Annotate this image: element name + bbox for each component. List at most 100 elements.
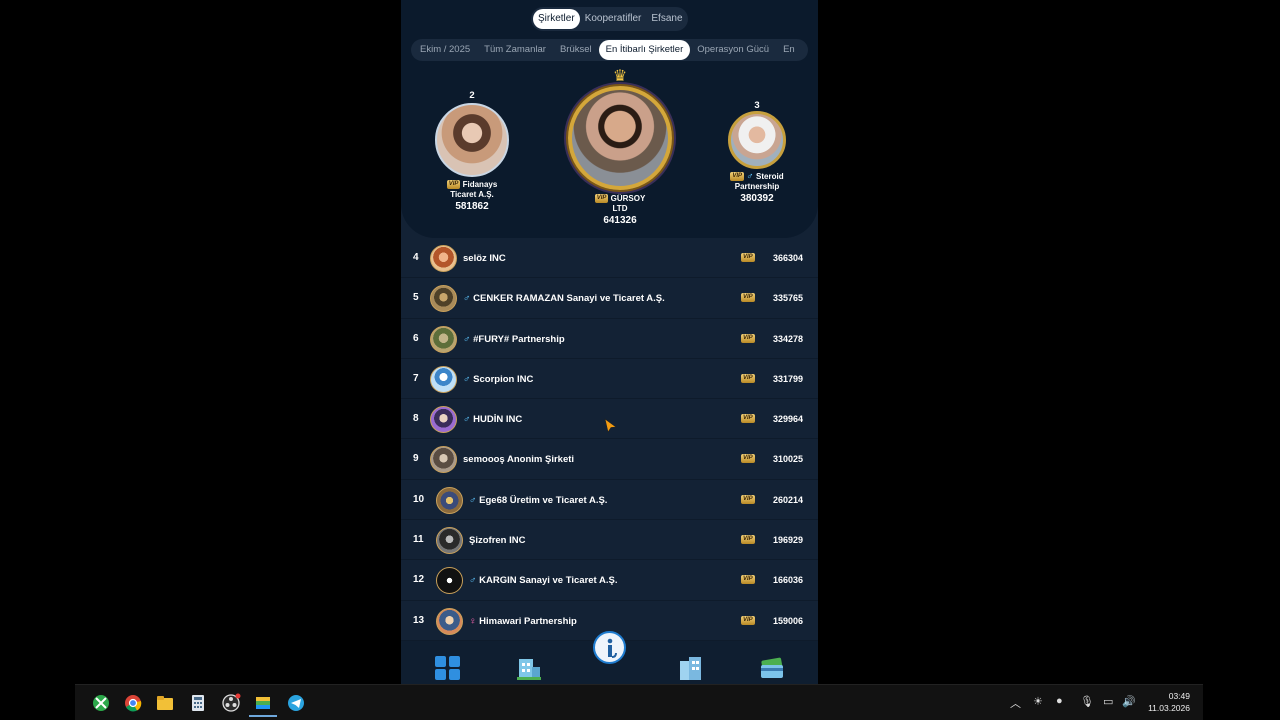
main-tabs: Şirketler Kooperatifler Efsane xyxy=(531,7,688,31)
score: 159006 xyxy=(772,615,803,626)
tab-cooperatives[interactable]: Kooperatifler xyxy=(580,9,647,29)
company-name: GÜRSOY xyxy=(610,194,646,203)
company-name-text: Scorpion INC xyxy=(473,373,534,385)
male-icon: ♂ xyxy=(463,373,471,385)
company-name-text: selöz INC xyxy=(463,253,506,264)
calculator-icon[interactable] xyxy=(188,693,208,713)
vip-badge: VIP xyxy=(594,194,609,204)
company-name: Steroid xyxy=(756,172,784,181)
table-row[interactable]: 9 semoooş Anonim Şirketi VIP 310025 xyxy=(401,439,818,480)
company-name-text: #FURY# Partnership xyxy=(473,333,565,345)
dashboard-icon[interactable] xyxy=(434,655,462,684)
company-name-line2: LTD xyxy=(612,204,628,213)
table-row[interactable]: 11 Şizofren INC VIP 196929 xyxy=(401,520,818,561)
vip-badge: VIP xyxy=(741,414,755,424)
company-name-text: semoooş Anonim Şirketi xyxy=(463,454,575,466)
clock-date: 11.03.2026 xyxy=(1148,703,1190,713)
rank-number: 9 xyxy=(413,453,419,465)
score: 329964 xyxy=(772,414,803,425)
table-row[interactable]: 10 ♂ Ege68 Üretim ve Ticaret A.Ş. VIP 26021… xyxy=(401,480,818,521)
rank-number: 12 xyxy=(413,574,425,586)
avatar xyxy=(568,86,672,190)
podium-first[interactable]: ♛ VIP GÜRSOY LTD 641326 xyxy=(561,68,679,226)
vip-badge: VIP xyxy=(741,373,755,383)
score: 366304 xyxy=(772,253,803,263)
male-icon: ♂ xyxy=(463,414,471,426)
rank-number: 11 xyxy=(413,534,424,546)
male-icon: ♂ xyxy=(469,494,477,506)
table-row[interactable]: 7 ♂ Scorpion INC VIP 331799 xyxy=(401,359,818,400)
avatar xyxy=(436,486,463,514)
podium-third[interactable]: 3 VIP ♂ Steroid Partnership 380392 xyxy=(714,100,800,204)
rank-number: 13 xyxy=(413,614,425,626)
vip-badge: VIP xyxy=(741,575,755,585)
table-row[interactable]: 4 selöz INC VIP 366304 xyxy=(401,238,818,279)
company-name: ♂ Scorpion INC xyxy=(463,374,533,385)
vip-badge: VIP xyxy=(741,293,755,303)
tab-companies[interactable]: Şirketler xyxy=(533,9,580,29)
avatar xyxy=(728,111,786,169)
telegram-icon[interactable] xyxy=(286,693,306,713)
female-icon: ♀ xyxy=(469,615,477,627)
company-name-text: Ege68 Üretim ve Ticaret A.Ş. xyxy=(479,494,608,506)
company-name-text: CENKER RAMAZAN Sanayi ve Ticaret A.Ş. xyxy=(473,293,665,305)
buildings-icon[interactable] xyxy=(515,655,543,684)
male-icon: ♂ xyxy=(463,333,471,345)
score: 335765 xyxy=(772,293,803,304)
brightness-icon[interactable]: ☀ xyxy=(1033,695,1043,708)
company-name: ♀ Himawari Partnership xyxy=(469,616,577,627)
vip-badge: VIP xyxy=(741,333,755,343)
company-name: semoooş Anonim Şirketi xyxy=(463,454,574,465)
chip-more[interactable]: En xyxy=(776,40,802,60)
file-explorer-icon[interactable] xyxy=(155,693,175,713)
company-name: ♂ Ege68 Üretim ve Ticaret A.Ş. xyxy=(469,495,607,506)
company-name-line2: Ticaret A.Ş. xyxy=(450,190,494,199)
vip-badge: VIP xyxy=(741,494,755,504)
male-icon: ♂ xyxy=(469,575,477,587)
rank-number: 7 xyxy=(413,372,419,384)
avatar xyxy=(430,365,457,393)
network-icon[interactable]: ▭ xyxy=(1103,695,1113,708)
bluestacks-icon[interactable] xyxy=(249,693,277,717)
chip-operation-power[interactable]: Operasyon Gücü xyxy=(690,40,776,60)
avatar xyxy=(430,325,457,353)
podium-panel: Şirketler Kooperatifler Efsane Ekim / 20… xyxy=(401,0,818,238)
score: 331799 xyxy=(772,373,803,384)
rank-number: 6 xyxy=(413,332,419,344)
obs-icon[interactable] xyxy=(221,693,241,713)
chip-most-reputable[interactable]: En İtibarlı Şirketler xyxy=(598,40,691,60)
office-icon[interactable] xyxy=(677,655,705,684)
taskbar: ︿ ☀ ● 🎙 ▭ 🔊 03:49 11.03.2026 xyxy=(75,684,1203,720)
podium-second[interactable]: 2 VIP Fidanays Ticaret A.Ş. 581862 xyxy=(427,90,517,212)
company-name-text: HUDİN INC xyxy=(473,414,523,426)
table-row[interactable]: 12 ♂ KARGIN Sanayi ve Ticaret A.Ş. VIP 1660… xyxy=(401,560,818,601)
microphone-icon[interactable]: 🎙 xyxy=(1080,695,1094,708)
avatar xyxy=(435,103,509,177)
company-name-text: Şizofren INC xyxy=(469,535,526,547)
xbox-icon[interactable] xyxy=(91,693,111,713)
filter-chips: Ekim / 2025 Tüm Zamanlar Brüksel En İtib… xyxy=(411,39,808,61)
score: 641326 xyxy=(603,215,637,226)
cards-icon[interactable] xyxy=(758,655,786,684)
chevron-up-icon[interactable]: ︿ xyxy=(1010,695,1021,711)
company-name-text: KARGIN Sanayi ve Ticaret A.Ş. xyxy=(479,575,618,587)
clock[interactable]: 03:49 11.03.2026 xyxy=(1148,690,1190,714)
male-icon: ♂ xyxy=(463,293,471,305)
avatar xyxy=(430,446,457,474)
logo-icon[interactable] xyxy=(593,631,626,664)
score: 310025 xyxy=(772,454,803,465)
score: 380392 xyxy=(740,193,774,204)
chip-brussels[interactable]: Brüksel xyxy=(553,40,599,60)
volume-icon[interactable]: 🔊 xyxy=(1122,695,1136,708)
avatar xyxy=(436,607,463,635)
vip-badge: VIP xyxy=(741,615,755,625)
tab-legend[interactable]: Efsane xyxy=(646,9,687,29)
table-row[interactable]: 5 ♂ CENKER RAMAZAN Sanayi ve Ticaret A.Ş.… xyxy=(401,278,818,319)
chip-all-time[interactable]: Tüm Zamanlar xyxy=(477,40,553,60)
chip-month[interactable]: Ekim / 2025 xyxy=(413,40,477,60)
avatar xyxy=(436,567,463,595)
table-row[interactable]: 6 ♂ #FURY# Partnership VIP 334278 xyxy=(401,319,818,359)
vip-badge: VIP xyxy=(741,535,755,545)
chrome-icon[interactable] xyxy=(123,693,143,713)
steam-icon[interactable]: ● xyxy=(1056,695,1063,707)
